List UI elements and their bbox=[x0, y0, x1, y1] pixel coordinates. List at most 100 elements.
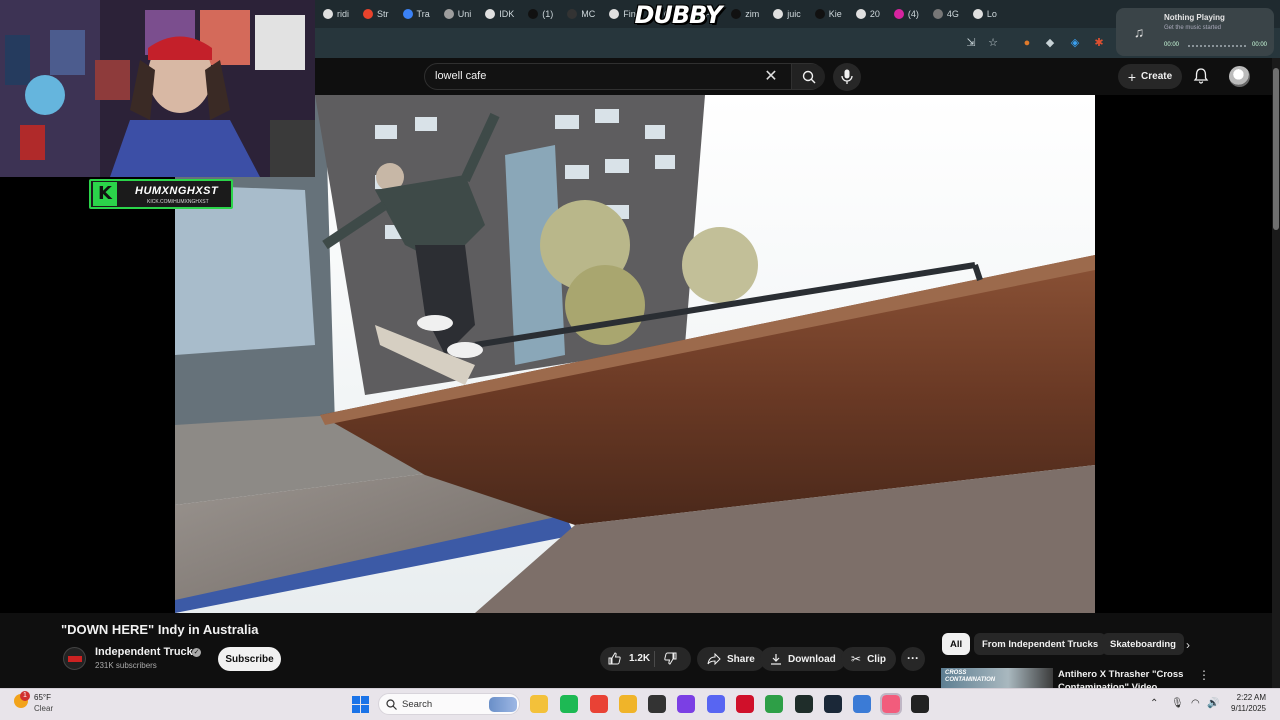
browser-tab[interactable]: zim bbox=[724, 3, 766, 25]
channel-name[interactable]: Independent Trucks bbox=[95, 646, 199, 658]
weather-condition[interactable]: Clear bbox=[34, 704, 53, 713]
kick-stream-badge: K HUMXNGHXST KICK.COM/HUMXNGHXST bbox=[89, 179, 233, 209]
streamer-webcam bbox=[0, 0, 315, 177]
tab-favicon-icon bbox=[855, 9, 866, 19]
clip-button[interactable]: ✂ Clip bbox=[841, 647, 896, 671]
scrollbar-thumb[interactable] bbox=[1273, 68, 1279, 230]
tab-label: Uni bbox=[457, 9, 472, 19]
microphone-icon[interactable]: 🎙 bbox=[1171, 698, 1184, 709]
share-button[interactable]: Share bbox=[697, 647, 765, 671]
chip-skateboarding[interactable]: Skateboarding bbox=[1102, 633, 1184, 655]
taskbar-app-terminal-icon[interactable] bbox=[795, 695, 813, 713]
taskbar-clock[interactable]: 2:22 AM 9/11/2025 bbox=[1224, 692, 1266, 714]
download-label: Download bbox=[788, 653, 836, 665]
account-avatar[interactable] bbox=[1229, 66, 1250, 87]
microphone-icon bbox=[841, 69, 853, 84]
extension-icon[interactable]: ◈ bbox=[1068, 36, 1082, 50]
taskbar-app-spotify-icon[interactable] bbox=[560, 695, 578, 713]
webcam-feed-image bbox=[0, 0, 315, 177]
tab-label: Lo bbox=[986, 9, 997, 19]
tab-label: Str bbox=[377, 9, 389, 19]
notifications-bell-icon[interactable] bbox=[1192, 67, 1210, 85]
like-dislike-group: 1.2K bbox=[600, 647, 691, 671]
windows-start-icon[interactable] bbox=[352, 696, 369, 713]
browser-tab[interactable]: Kie bbox=[808, 3, 849, 25]
subscriber-count: 231K subscribers bbox=[95, 661, 157, 670]
subscribe-button[interactable]: Subscribe bbox=[218, 647, 281, 671]
clear-search-icon[interactable]: ✕ bbox=[761, 67, 781, 87]
wifi-icon[interactable]: ◠ bbox=[1191, 698, 1200, 709]
install-app-icon[interactable]: ⇲ bbox=[964, 36, 978, 50]
create-button[interactable]: + Create bbox=[1118, 64, 1182, 89]
taskbar-app-chrome-icon[interactable] bbox=[590, 695, 608, 713]
taskbar-app-itunes-icon[interactable] bbox=[880, 693, 902, 715]
browser-tab[interactable]: IDK bbox=[478, 3, 521, 25]
tab-favicon-icon bbox=[609, 9, 620, 19]
now-playing-subtitle: Get the music started bbox=[1164, 25, 1222, 31]
chip-from-channel[interactable]: From Independent Trucks bbox=[974, 633, 1107, 655]
recommended-video-thumbnail[interactable]: CROSS CONTAMINATION bbox=[941, 668, 1053, 690]
browser-tab[interactable]: Uni bbox=[437, 3, 479, 25]
voice-search-button[interactable] bbox=[833, 63, 861, 91]
weather-alert-badge: 1 bbox=[20, 691, 30, 701]
browser-tab[interactable]: MC bbox=[560, 3, 602, 25]
dislike-button[interactable] bbox=[664, 652, 677, 665]
create-label: Create bbox=[1141, 71, 1173, 82]
chevron-right-icon[interactable]: › bbox=[1186, 638, 1190, 652]
bookmark-star-icon[interactable]: ☆ bbox=[986, 36, 1000, 50]
taskbar-app-app-green-icon[interactable] bbox=[765, 695, 783, 713]
tab-label: IDK bbox=[499, 9, 515, 19]
browser-tab[interactable]: 20 bbox=[849, 3, 887, 25]
clock-date: 9/11/2025 bbox=[1231, 704, 1266, 713]
screen: ridi Str Tra Uni IDK (1) MC Fin (38 Pic zim juic Kie… bbox=[0, 0, 1280, 720]
search-input[interactable]: lowell cafe bbox=[435, 70, 486, 82]
now-playing-time-start: 00:00 bbox=[1164, 42, 1180, 48]
kebab-menu-icon[interactable]: ⋮ bbox=[1198, 668, 1210, 682]
weather-temperature[interactable]: 65°F bbox=[34, 693, 51, 702]
volume-icon[interactable]: 🔊 bbox=[1207, 698, 1219, 709]
search-button[interactable] bbox=[791, 64, 825, 89]
channel-avatar[interactable] bbox=[63, 647, 86, 670]
dubby-overlay-logo: DUBBY bbox=[634, 1, 722, 29]
search-box[interactable]: lowell cafe ✕ bbox=[424, 63, 825, 90]
taskbar-app-app-red-icon[interactable] bbox=[736, 695, 754, 713]
extension-icon[interactable]: ● bbox=[1020, 36, 1034, 50]
now-playing-widget[interactable]: ♫ Nothing Playing Get the music started … bbox=[1116, 8, 1274, 56]
tab-favicon-icon bbox=[932, 9, 943, 19]
browser-tab[interactable]: 4G bbox=[926, 3, 966, 25]
taskbar-app-media-player-icon[interactable] bbox=[911, 695, 929, 713]
browser-tab[interactable]: Lo bbox=[966, 3, 1004, 25]
search-highlight-image bbox=[489, 697, 517, 712]
tab-label: 20 bbox=[869, 9, 880, 19]
taskbar-app-snipping-icon[interactable] bbox=[853, 695, 871, 713]
chevron-up-icon[interactable]: ⌃ bbox=[1150, 698, 1158, 709]
taskbar-search[interactable]: Search bbox=[378, 693, 520, 715]
extension-icon[interactable]: ◆ bbox=[1043, 36, 1057, 50]
browser-tab[interactable]: (4) bbox=[887, 3, 926, 25]
now-playing-progress[interactable] bbox=[1188, 45, 1246, 47]
extension-icon[interactable]: ✱ bbox=[1092, 36, 1106, 50]
browser-tab[interactable]: Str bbox=[356, 3, 396, 25]
browser-tab[interactable]: juic bbox=[766, 3, 808, 25]
taskbar-app-app-multicolor-icon[interactable] bbox=[648, 695, 666, 713]
tab-favicon-icon bbox=[972, 9, 983, 19]
browser-tab[interactable]: (1) bbox=[521, 3, 560, 25]
taskbar-app-discord-icon[interactable] bbox=[707, 695, 725, 713]
taskbar-app-steam-icon[interactable] bbox=[824, 695, 842, 713]
browser-tab[interactable]: ridi bbox=[316, 3, 356, 25]
chip-all[interactable]: All bbox=[942, 633, 971, 655]
tab-favicon-icon bbox=[402, 9, 413, 19]
more-actions-button[interactable]: ··· bbox=[901, 647, 925, 671]
taskbar-app-app-purple-icon[interactable] bbox=[677, 695, 695, 713]
tab-favicon-icon bbox=[731, 9, 742, 19]
download-button[interactable]: Download bbox=[760, 647, 846, 671]
tab-label: juic bbox=[787, 9, 801, 19]
tab-favicon-icon bbox=[528, 9, 539, 19]
clock-time: 2:22 AM bbox=[1236, 693, 1266, 702]
browser-tab[interactable]: Tra bbox=[396, 3, 437, 25]
taskbar-app-file-explorer-icon[interactable] bbox=[530, 695, 548, 713]
tab-favicon-icon bbox=[443, 9, 454, 19]
taskbar-app-folder-icon[interactable] bbox=[619, 695, 637, 713]
like-button[interactable]: 1.2K bbox=[608, 652, 650, 665]
taskbar-search-label: Search bbox=[402, 699, 433, 710]
